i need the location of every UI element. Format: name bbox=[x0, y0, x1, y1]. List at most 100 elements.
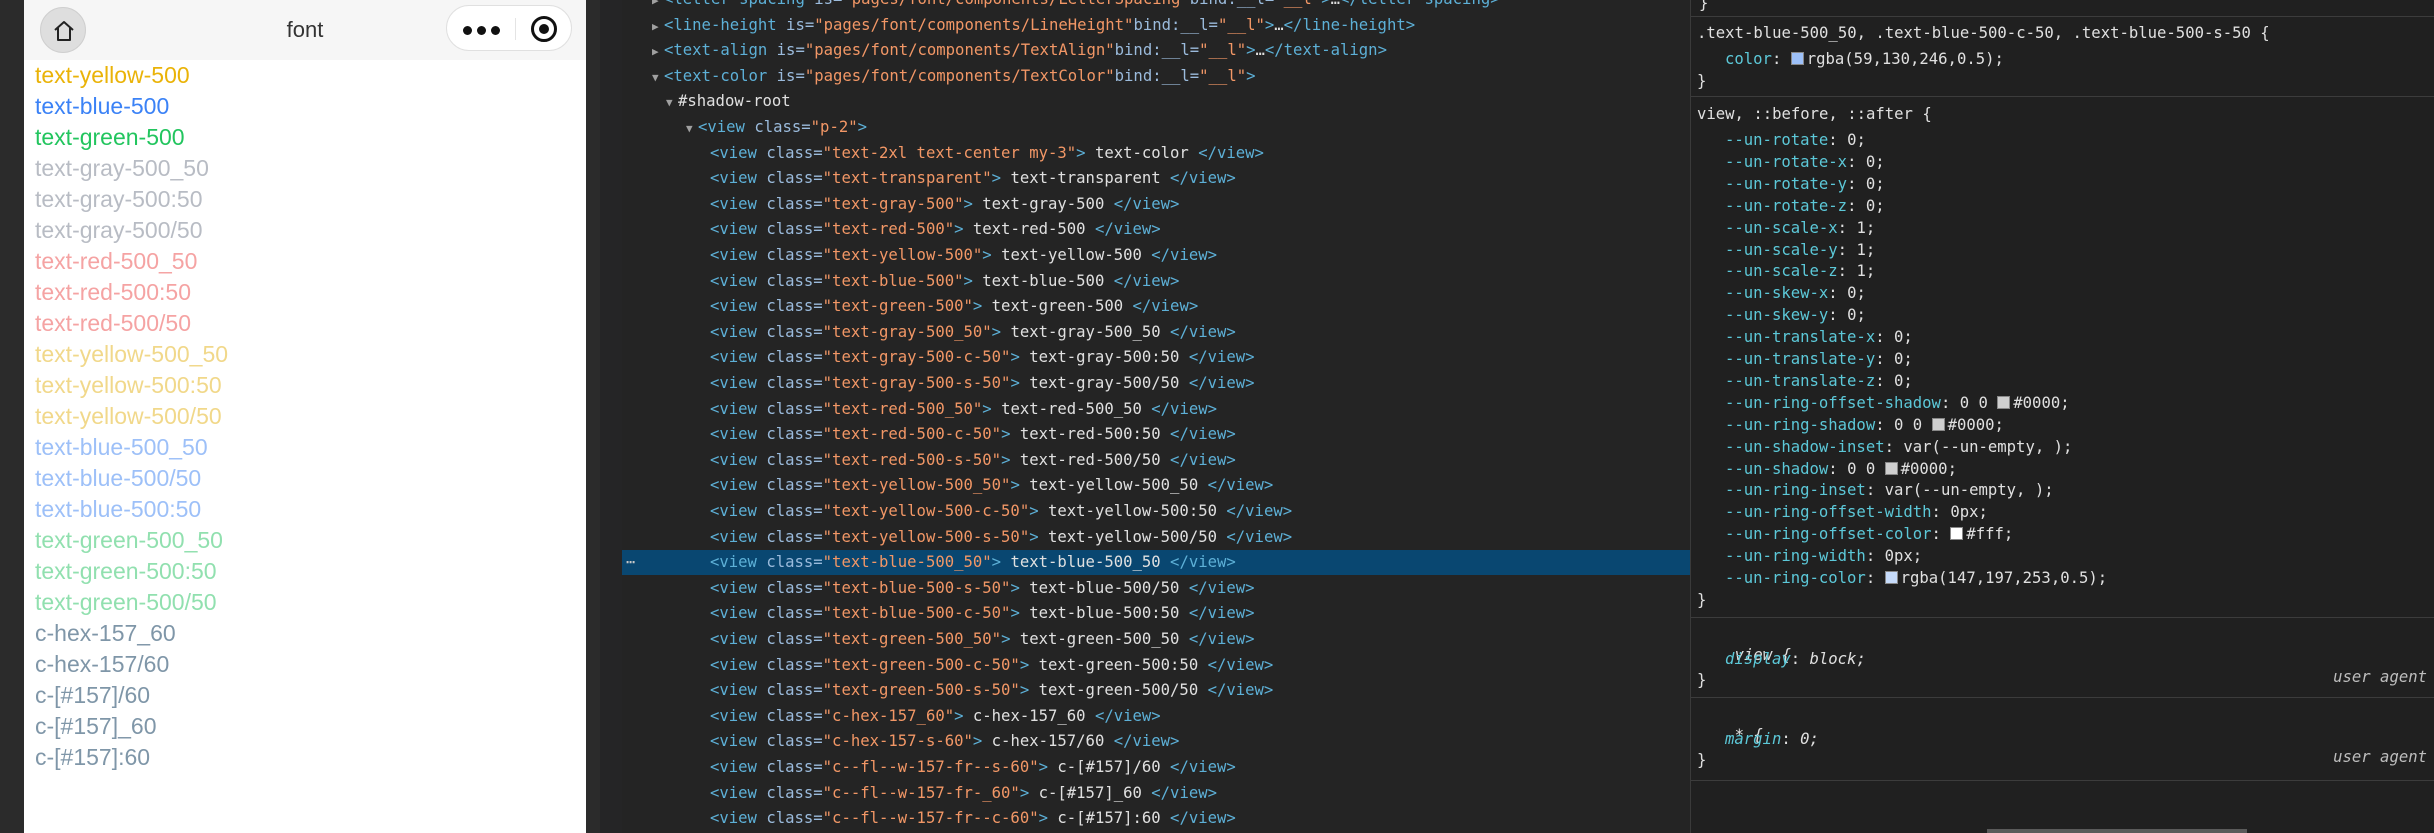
dom-node-row[interactable]: <view class="text-yellow-500-s-50"> text… bbox=[622, 525, 1690, 550]
style-property[interactable]: --un-rotate-z: 0; bbox=[1725, 195, 1885, 217]
tag-bracket: < bbox=[664, 15, 674, 34]
style-property[interactable]: --un-translate-x: 0; bbox=[1725, 326, 1913, 348]
color-swatch[interactable] bbox=[1931, 417, 1945, 431]
style-property[interactable]: --un-ring-offset-width: 0px; bbox=[1725, 501, 1988, 523]
dom-node-row[interactable]: <view class="text-blue-500-c-50"> text-b… bbox=[622, 601, 1690, 626]
style-property[interactable]: --un-scale-x: 1; bbox=[1725, 217, 1875, 239]
rule-selector[interactable]: .text-blue-500_50, .text-blue-500-c-50, … bbox=[1697, 22, 2270, 44]
dom-node-row[interactable]: <view class="c-hex-157-s-60"> c-hex-157/… bbox=[622, 729, 1690, 754]
style-property[interactable]: --un-skew-x: 0; bbox=[1725, 282, 1866, 304]
style-property[interactable]: --un-ring-offset-shadow: 0 0 #0000; bbox=[1725, 392, 2070, 414]
expanded-triangle-icon: ▼ bbox=[666, 96, 673, 110]
style-property[interactable]: --un-ring-shadow: 0 0 #0000; bbox=[1725, 414, 2004, 436]
dom-node-row[interactable]: ▼ <view class="p-2"> bbox=[622, 115, 1690, 140]
style-property[interactable]: --un-ring-color: rgba(147,197,253,0.5); bbox=[1725, 567, 2107, 589]
tag-bracket: </view> bbox=[1104, 194, 1180, 213]
tag-bracket: > bbox=[991, 553, 1011, 572]
dom-node-row[interactable]: <view class="text-yellow-500-c-50"> text… bbox=[622, 499, 1690, 524]
close-miniprogram-icon[interactable] bbox=[531, 16, 557, 42]
dom-node-row[interactable]: <view class="text-gray-500-c-50"> text-g… bbox=[622, 345, 1690, 370]
dom-node-row[interactable]: <view class="text-gray-500-s-50"> text-g… bbox=[622, 371, 1690, 396]
tag-bracket: </ bbox=[1283, 15, 1303, 34]
rule-selector[interactable]: * { user agent bbox=[1697, 702, 2427, 766]
style-property[interactable]: --un-shadow: 0 0 #0000; bbox=[1725, 458, 1957, 480]
dom-node-row[interactable]: <view class="text-green-500-c-50"> text-… bbox=[622, 653, 1690, 678]
dom-node-row[interactable]: <view class="text-green-500_50"> text-gr… bbox=[622, 627, 1690, 652]
style-property[interactable]: --un-rotate-y: 0; bbox=[1725, 173, 1885, 195]
style-property[interactable]: display: block; bbox=[1725, 648, 1866, 670]
style-property[interactable]: --un-ring-width: 0px; bbox=[1725, 545, 1922, 567]
style-property[interactable]: margin: 0; bbox=[1725, 728, 1819, 750]
dom-node-row[interactable]: <view class="text-2xl text-center my-3">… bbox=[622, 141, 1690, 166]
style-property[interactable]: --un-ring-inset: var(--un-empty, ); bbox=[1725, 479, 2054, 501]
color-swatch[interactable] bbox=[1997, 395, 2011, 409]
dom-node-row[interactable]: <view class="text-red-500-s-50"> text-re… bbox=[622, 448, 1690, 473]
dom-node-row[interactable]: <view class="text-blue-500"> text-blue-5… bbox=[622, 269, 1690, 294]
dom-node-row[interactable]: <view class="c-hex-157_60"> c-hex-157_60… bbox=[622, 704, 1690, 729]
dom-node-row[interactable]: <view class="text-gray-500"> text-gray-5… bbox=[622, 192, 1690, 217]
tag-bracket: <view bbox=[710, 630, 757, 648]
attr-value: "text-green-500-c-50" bbox=[822, 655, 1020, 674]
attr-value: "__l" bbox=[1199, 41, 1247, 60]
attr-value: "text-gray-500-c-50" bbox=[822, 348, 1011, 367]
tag-bracket: > bbox=[857, 118, 868, 136]
style-property[interactable]: --un-translate-y: 0; bbox=[1725, 348, 1913, 370]
tag-bracket: <view bbox=[710, 604, 757, 623]
dom-node-row[interactable]: <view class="text-gray-500_50"> text-gra… bbox=[622, 320, 1690, 345]
style-property[interactable]: --un-ring-offset-color: #fff; bbox=[1725, 523, 2013, 545]
tag-bracket: > bbox=[1010, 604, 1030, 623]
shadow-root-row[interactable]: ▼ #shadow-root bbox=[622, 89, 1690, 114]
tag-bracket: < bbox=[664, 0, 673, 8]
dom-node-row[interactable]: <view class="text-red-500-c-50"> text-re… bbox=[622, 422, 1690, 447]
rule-selector[interactable]: view { user agent bbox=[1697, 622, 2427, 686]
node-actions-icon[interactable]: ⋯ bbox=[626, 550, 635, 575]
node-text: text-yellow-500_50 bbox=[1029, 476, 1199, 495]
dom-node-row[interactable]: <view class="text-yellow-500_50"> text-y… bbox=[622, 473, 1690, 498]
style-property[interactable]: --un-rotate-x: 0; bbox=[1725, 151, 1885, 173]
style-property[interactable]: --un-shadow-inset: var(--un-empty, ); bbox=[1725, 436, 2072, 458]
capsule-divider bbox=[515, 18, 516, 40]
panel-divider[interactable] bbox=[600, 0, 622, 833]
dom-node-row[interactable]: <view class="text-transparent"> text-tra… bbox=[622, 166, 1690, 191]
dom-node-row[interactable]: <view class="text-red-500_50"> text-red-… bbox=[622, 397, 1690, 422]
dom-node-row[interactable]: <view class="c--fl--w-157-fr--c-60"> c-[… bbox=[622, 806, 1690, 831]
style-property[interactable]: --un-rotate: 0; bbox=[1725, 129, 1866, 151]
dom-node-row[interactable]: ▶ <text-align is="pages/font/components/T… bbox=[622, 38, 1690, 63]
more-icon[interactable] bbox=[457, 26, 505, 35]
dom-node-row[interactable]: <view class="text-yellow-500"> text-yell… bbox=[622, 243, 1690, 268]
property-name: --un-ring-offset-color bbox=[1725, 525, 1932, 544]
property-colon: : bbox=[1828, 306, 1848, 325]
property-colon: : bbox=[1847, 152, 1866, 171]
style-property[interactable]: --un-scale-y: 1; bbox=[1725, 239, 1875, 261]
color-swatch[interactable] bbox=[1950, 527, 1964, 541]
dom-node-row[interactable]: <view class="text-green-500-s-50"> text-… bbox=[622, 678, 1690, 703]
rule-selector[interactable]: view, ::before, ::after { bbox=[1697, 103, 1932, 125]
dom-node-row[interactable]: <view class="c--fl--w-157-fr-_60"> c-[#1… bbox=[622, 781, 1690, 806]
style-property[interactable]: color: rgba(59,130,246,0.5); bbox=[1725, 48, 2004, 70]
tag-bracket: </view> bbox=[1104, 732, 1180, 751]
color-swatch[interactable] bbox=[1790, 52, 1804, 65]
style-property[interactable]: --un-scale-z: 1; bbox=[1725, 260, 1875, 282]
color-text-item: text-gray-500/50 bbox=[35, 215, 228, 246]
tag-bracket: > bbox=[1019, 681, 1039, 700]
dom-node-row[interactable]: ▼ <text-color is="pages/font/components/T… bbox=[622, 64, 1690, 89]
property-colon: : bbox=[1828, 459, 1848, 478]
color-swatch[interactable] bbox=[1884, 571, 1898, 584]
style-property[interactable]: --un-skew-y: 0; bbox=[1725, 304, 1866, 326]
attr-value: "text-gray-500" bbox=[822, 194, 964, 213]
dom-node-row[interactable]: ▶ <line-height is="pages/font/components/… bbox=[622, 13, 1690, 38]
tag-bracket: <view bbox=[710, 655, 757, 674]
dom-node-row[interactable]: <view class="text-red-500"> text-red-500… bbox=[622, 217, 1690, 242]
styles-scrollbar[interactable] bbox=[1987, 829, 2247, 833]
dom-node-row[interactable]: <view class="text-green-500"> text-green… bbox=[622, 294, 1690, 319]
selected-dom-node-row[interactable]: ⋯ <view class="text-blue-500_50"> text-bl… bbox=[622, 550, 1690, 576]
color-swatch[interactable] bbox=[1884, 461, 1898, 475]
attr-value: "text-blue-500-c-50" bbox=[822, 604, 1011, 623]
attr-name: class= bbox=[756, 783, 823, 802]
dom-node-row[interactable]: <view class="text-blue-500-s-50"> text-b… bbox=[622, 576, 1690, 601]
property-name: --un-ring-offset-shadow bbox=[1725, 393, 1941, 412]
dom-node-row[interactable]: <view class="c--fl--w-157-fr--s-60"> c-[… bbox=[622, 755, 1690, 780]
tag-bracket: > bbox=[1038, 758, 1058, 776]
style-property[interactable]: --un-translate-z: 0; bbox=[1725, 370, 1913, 392]
dom-node-row[interactable]: ▶<letter-spacing is="pages/font/componen… bbox=[622, 0, 1690, 12]
